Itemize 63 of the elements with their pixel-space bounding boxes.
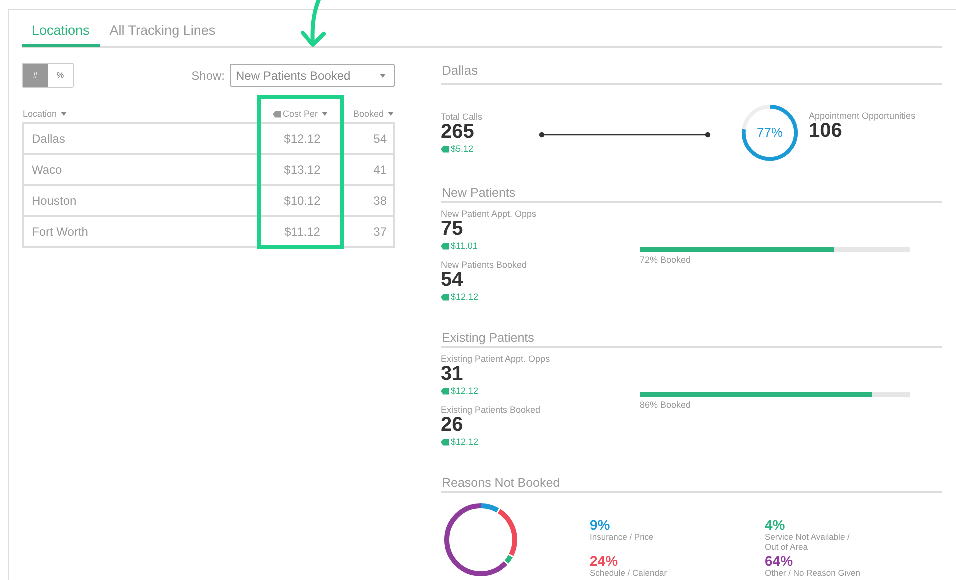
- caret-icon: [388, 112, 394, 116]
- stat-label: New Patients Booked: [441, 260, 528, 270]
- show-label: Show:: [192, 68, 225, 82]
- gauge-percent: 77%: [756, 125, 784, 140]
- stat-value: 265: [441, 122, 476, 142]
- reason-label: Insurance / Price: [590, 532, 655, 542]
- table-cell-text: Houston: [31, 194, 78, 208]
- table-cell-text: Fort Worth: [31, 224, 90, 238]
- table-cell-text: $13.12: [283, 162, 322, 176]
- reason-percent: 4%: [765, 518, 786, 532]
- cost-text: $12.12: [441, 292, 640, 302]
- stat-label: Total Calls: [441, 112, 484, 122]
- tag-icon: [441, 438, 449, 446]
- stat-value: 54: [441, 270, 464, 290]
- tab[interactable]: Locations: [22, 20, 100, 47]
- stat-label: Existing Patients Booked: [441, 405, 542, 415]
- tag-icon: [441, 388, 449, 394]
- progress-label: 72% Booked: [640, 254, 692, 264]
- caret-icon: [380, 74, 386, 78]
- stat-label: Existing Patient Appt. Opps: [441, 354, 552, 364]
- show-dropdown[interactable]: New Patients Booked: [230, 64, 395, 87]
- section-title: New Patients: [441, 186, 942, 203]
- reason-label: Schedule / Calendar: [590, 568, 668, 578]
- stat-label: Appointment Opportunities: [809, 111, 916, 121]
- progress-label: 86% Booked: [640, 400, 692, 410]
- column-header[interactable]: Cost Per: [258, 109, 343, 119]
- table-cell-text: $10.12: [283, 194, 322, 208]
- stat-value: 106: [809, 121, 842, 141]
- column-header[interactable]: Location: [22, 109, 258, 119]
- reason-label: Other / No Reason Given: [765, 568, 862, 578]
- caret-icon: [322, 112, 328, 116]
- table-cell-text: 54: [372, 132, 388, 146]
- table-cell-text: Waco: [31, 162, 64, 176]
- reason-percent: 64%: [765, 554, 794, 568]
- stat-value: 26: [441, 415, 464, 435]
- reason-percent: 9%: [590, 518, 612, 532]
- tab[interactable]: All Tracking Lines: [100, 20, 226, 47]
- tag-icon: [272, 110, 281, 118]
- table-cell-text: 38: [372, 194, 388, 208]
- stat-label: New Patient Appt. Opps: [441, 209, 538, 219]
- caret-icon: [61, 112, 68, 116]
- table-cell-text: 41: [372, 162, 388, 176]
- table-cell-text: Dallas: [31, 132, 66, 146]
- progress-ring: [741, 104, 799, 162]
- cost-text: $11.01: [441, 241, 640, 251]
- table-cell-text: $11.12: [284, 224, 322, 238]
- cost-text: $12.12: [441, 386, 640, 396]
- cost-text: $5.12: [441, 144, 539, 154]
- tag-icon: [441, 294, 449, 300]
- stat-value: 31: [441, 364, 464, 384]
- section-title: Existing Patients: [441, 331, 942, 348]
- toggle-button[interactable]: #: [23, 64, 48, 87]
- table-cell-text: $12.12: [283, 132, 322, 146]
- table-cell-text: 37: [372, 224, 388, 238]
- reason-percent: 24%: [590, 554, 620, 568]
- section-title: Reasons Not Booked: [441, 476, 942, 493]
- tag-icon: [441, 146, 449, 152]
- location-title: Dallas: [441, 48, 942, 85]
- cost-text: $12.12: [441, 437, 640, 447]
- reason-label: Service Not Available / Out of Area: [765, 532, 851, 552]
- tag-icon: [441, 242, 449, 250]
- stat-value: 75: [441, 219, 464, 239]
- column-header[interactable]: Booked: [343, 109, 395, 119]
